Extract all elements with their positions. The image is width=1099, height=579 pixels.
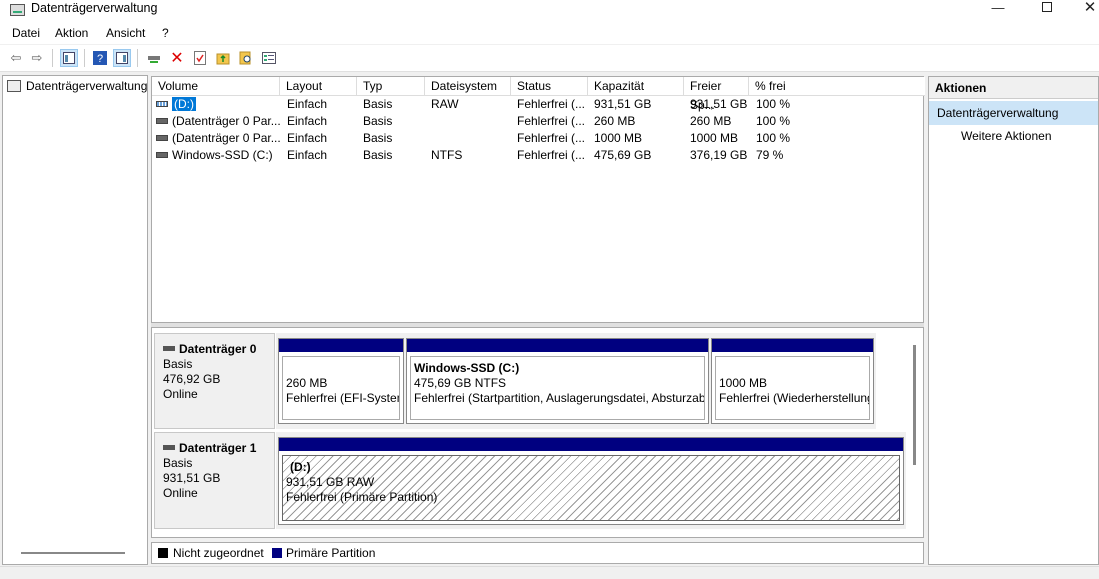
- status-bar: [0, 566, 1099, 579]
- minimize-button[interactable]: —: [975, 0, 1021, 22]
- legend-label-unallocated: Nicht zugeordnet: [173, 546, 264, 560]
- svg-text:?: ?: [97, 53, 103, 65]
- partition-recovery[interactable]: 1000 MB Fehlerfrei (Wiederherstellung: [711, 338, 874, 424]
- col-kapazitaet[interactable]: Kapazität: [588, 77, 684, 96]
- col-volume[interactable]: Volume: [152, 77, 280, 96]
- volume-list: Volume Layout Typ Dateisystem Status Kap…: [151, 76, 925, 323]
- maximize-button[interactable]: [1024, 0, 1070, 22]
- col-layout[interactable]: Layout: [280, 77, 357, 96]
- actions-header: Aktionen: [929, 77, 1098, 99]
- disk-icon: [163, 445, 175, 450]
- disk-1-label[interactable]: Datenträger 1 Basis 931,51 GB Online: [154, 432, 275, 529]
- toolbar: ⇦ ⇨ ? ✕: [0, 45, 1099, 72]
- partition-windows-ssd[interactable]: Windows-SSD (C:) 475,69 GB NTFS Fehlerfr…: [406, 338, 709, 424]
- actions-pane: Aktionen Datenträgerverwaltung Weitere A…: [928, 76, 1099, 565]
- volume-icon: [156, 118, 168, 124]
- open-folder-icon[interactable]: [214, 49, 232, 67]
- legend-swatch-unallocated: [158, 548, 168, 558]
- window-title: Datenträgerverwaltung: [31, 1, 158, 15]
- menu-help[interactable]: ?: [162, 26, 169, 40]
- delete-icon[interactable]: ✕: [168, 49, 186, 67]
- menu-aktion[interactable]: Aktion: [55, 26, 88, 40]
- menu-bar: Datei Aktion Ansicht ?: [0, 22, 1099, 44]
- disk-management-icon: [7, 80, 21, 92]
- back-icon[interactable]: ⇦: [7, 49, 25, 67]
- col-typ[interactable]: Typ: [357, 77, 425, 96]
- col-prozent-frei[interactable]: % frei: [749, 77, 925, 96]
- legend-label-primary: Primäre Partition: [286, 546, 376, 560]
- disk-map: Datenträger 0 Basis 476,92 GB Online 260…: [151, 327, 924, 538]
- title-bar: Datenträgerverwaltung — ✕: [0, 0, 1099, 22]
- disk-0-label[interactable]: Datenträger 0 Basis 476,92 GB Online: [154, 333, 275, 429]
- col-freier-speicher[interactable]: Freier Sp...: [684, 77, 749, 112]
- partition-d[interactable]: (D:) 931,51 GB RAW Fehlerfrei (Primäre P…: [278, 437, 904, 525]
- more-actions-link[interactable]: Weitere Aktionen: [961, 129, 1052, 143]
- connect-icon[interactable]: [145, 49, 163, 67]
- properties-icon[interactable]: [191, 49, 209, 67]
- close-button[interactable]: ✕: [1067, 0, 1099, 22]
- volume-icon: [156, 152, 168, 158]
- console-tree: Datenträgerverwaltung: [2, 75, 148, 565]
- horizontal-scrollbar[interactable]: [21, 552, 125, 554]
- tree-node-disk-management[interactable]: Datenträgerverwaltung: [7, 79, 147, 93]
- disk-icon: [163, 346, 175, 351]
- forward-icon[interactable]: ⇨: [28, 49, 46, 67]
- volume-icon: [156, 101, 168, 107]
- app-icon: [10, 4, 25, 16]
- legend-swatch-primary: [272, 548, 282, 558]
- menu-datei[interactable]: Datei: [12, 26, 40, 40]
- menu-ansicht[interactable]: Ansicht: [106, 26, 145, 40]
- search-icon[interactable]: [237, 49, 255, 67]
- vertical-scrollbar[interactable]: [913, 345, 916, 465]
- settings-list-icon[interactable]: [260, 49, 278, 67]
- legend: Nicht zugeordnet Primäre Partition: [151, 542, 924, 564]
- help-icon[interactable]: ?: [91, 49, 109, 67]
- partition-efi[interactable]: 260 MB Fehlerfrei (EFI-System: [278, 338, 404, 424]
- col-status[interactable]: Status: [511, 77, 588, 96]
- show-tree-icon[interactable]: [60, 49, 78, 67]
- col-dateisystem[interactable]: Dateisystem: [425, 77, 511, 96]
- show-actions-icon[interactable]: [113, 49, 131, 67]
- volume-icon: [156, 135, 168, 141]
- actions-section-disk-management[interactable]: Datenträgerverwaltung: [929, 101, 1098, 125]
